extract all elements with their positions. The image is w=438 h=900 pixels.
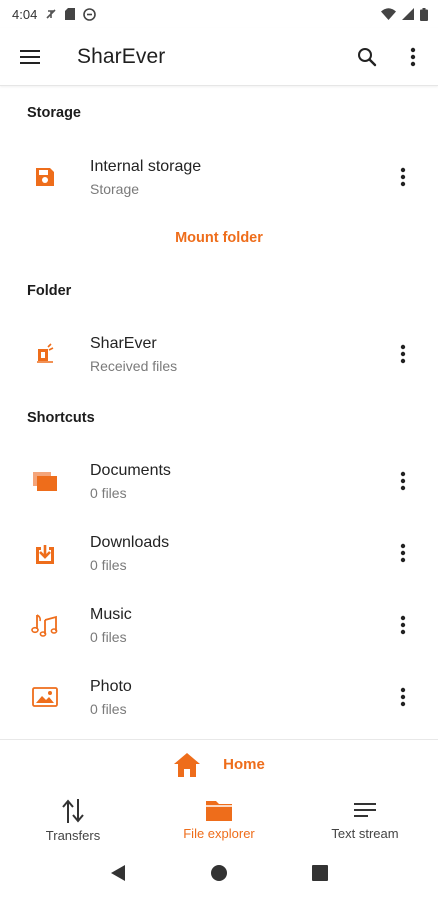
home-system-button[interactable] [210,864,228,887]
item-title: Documents [90,461,171,479]
sim-card-icon [65,8,76,20]
item-more-button[interactable] [368,517,438,589]
photo-icon [0,661,90,733]
list-item-documents[interactable]: Documents 0 files [0,445,438,517]
nav-text-stream[interactable]: Text stream [292,789,438,847]
app-title: SharEver [77,44,166,68]
item-subtitle: 0 files [90,556,127,573]
sharever-folder-icon [0,318,90,390]
shortcuts-section-title: Shortcuts [27,410,95,426]
bottom-navigation: Transfers File explorer Text stream [0,789,438,847]
home-icon [174,752,201,777]
item-title: Photo [90,677,132,695]
hamburger-menu-icon [20,49,40,64]
recents-button[interactable] [312,864,328,886]
more-vert-icon [410,47,416,66]
back-triangle-icon [111,864,125,881]
save-icon [0,141,90,213]
text-lines-icon [354,803,376,817]
recents-square-icon [312,864,328,881]
item-more-button[interactable] [368,141,438,213]
more-vert-icon [400,543,406,563]
system-navigation-bar [0,850,438,900]
status-time: 4:04 [12,6,38,22]
more-vert-icon [400,471,406,491]
overflow-menu-button[interactable] [390,28,436,86]
nav-label: File explorer [183,826,255,841]
list-item-music[interactable]: Music 0 files [0,589,438,661]
item-title: Music [90,605,132,623]
search-icon [358,47,377,66]
home-button[interactable]: Home [0,739,438,789]
list-item-sharever[interactable]: SharEver Received files [0,318,438,390]
folder-section-title: Folder [27,283,72,299]
item-subtitle: 0 files [90,628,127,645]
search-button[interactable] [344,28,390,86]
more-vert-icon [400,687,406,707]
item-title: SharEver [90,334,157,352]
more-vert-icon [400,167,406,187]
home-label: Home [223,756,265,773]
music-icon [0,589,90,661]
list-item-photo[interactable]: Photo 0 files [0,661,438,733]
notification-icon [45,8,57,20]
item-subtitle: 0 files [90,700,127,717]
wifi-icon [381,8,396,20]
more-vert-icon [400,615,406,635]
nav-label: Transfers [45,828,101,843]
nav-transfers[interactable]: Transfers [0,789,146,847]
back-button[interactable] [110,864,126,887]
storage-section-title: Storage [27,105,81,121]
list-item-internal-storage[interactable]: Internal storage Storage [0,141,438,213]
item-more-button[interactable] [368,589,438,661]
file-explorer-content: Storage Internal storage Storage Mount f… [0,87,438,739]
do-not-disturb-icon [83,7,97,21]
documents-icon [0,445,90,517]
list-item-downloads[interactable]: Downloads 0 files [0,517,438,589]
nav-file-explorer[interactable]: File explorer [146,789,292,847]
folder-icon [206,801,232,821]
battery-icon [420,7,428,21]
mount-folder-button[interactable]: Mount folder [0,230,438,246]
home-circle-icon [211,864,227,881]
download-icon [0,517,90,589]
item-subtitle: Received files [90,357,178,374]
menu-button[interactable] [0,28,60,86]
signal-icon [402,8,414,20]
item-title: Downloads [90,533,170,551]
item-more-button[interactable] [368,661,438,733]
status-bar: 4:04 [0,0,438,28]
item-subtitle: Storage [90,180,140,197]
item-subtitle: 0 files [90,484,127,501]
item-more-button[interactable] [368,318,438,390]
more-vert-icon [400,344,406,364]
app-bar: SharEver [0,28,438,86]
nav-label: Text stream [331,826,399,841]
item-title: Internal storage [90,157,202,175]
transfers-icon [62,799,84,823]
item-more-button[interactable] [368,445,438,517]
